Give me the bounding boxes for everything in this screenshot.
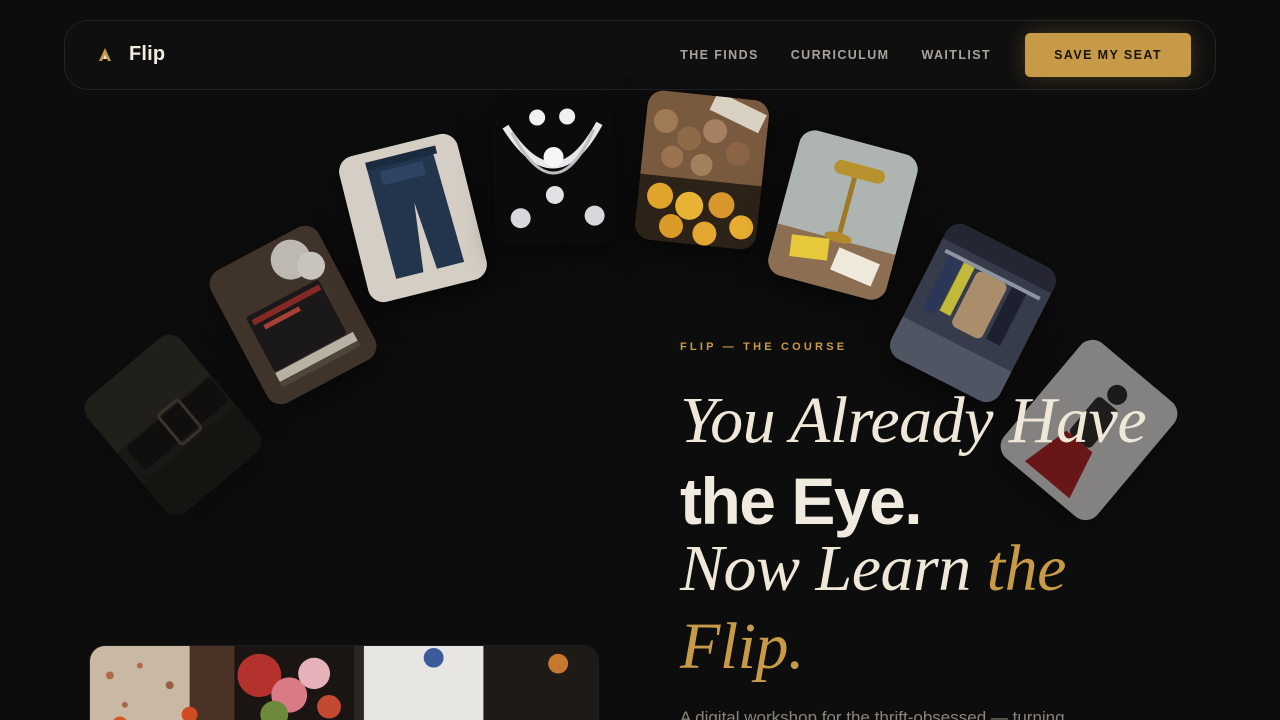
save-my-seat-button[interactable]: SAVE MY SEAT bbox=[1025, 33, 1191, 77]
diamond-jewelry-photo bbox=[490, 92, 618, 248]
nav-link-the-finds[interactable]: THE FINDS bbox=[680, 48, 759, 62]
headline-line-4: Flip. bbox=[680, 610, 805, 683]
walnuts-and-lemons-photo bbox=[633, 89, 771, 251]
leather-belt-photo bbox=[78, 328, 268, 522]
flip-logo-icon bbox=[99, 47, 111, 61]
headline-line-3-text: Now Learn bbox=[680, 532, 987, 605]
brass-lamp-photo bbox=[764, 126, 922, 304]
headline-line-2: the Eye. bbox=[680, 464, 923, 538]
nav-links: THE FINDS CURRICULUM WAITLIST bbox=[680, 48, 991, 62]
clothing-rack-photo bbox=[884, 218, 1062, 408]
headline-line-3-accent: the bbox=[986, 532, 1067, 605]
brand-logo[interactable]: Flip bbox=[95, 43, 165, 66]
hero-eyebrow: FLIP — THE COURSE bbox=[680, 341, 848, 353]
top-navbar: Flip THE FINDS CURRICULUM WAITLIST SAVE … bbox=[64, 20, 1216, 90]
brand-name: Flip bbox=[129, 43, 166, 65]
nav-link-curriculum[interactable]: CURRICULUM bbox=[791, 48, 890, 62]
nav-link-waitlist[interactable]: WAITLIST bbox=[921, 48, 991, 62]
hero-subtext: A digital workshop for the thrift-obsess… bbox=[680, 708, 1065, 720]
old-books-photo bbox=[203, 220, 383, 410]
headline-line-3: Now Learn the bbox=[680, 536, 1066, 602]
flower-market-photo bbox=[89, 645, 599, 720]
headline-line-1: You Already Have bbox=[680, 384, 1147, 457]
denim-jacket-photo bbox=[335, 130, 491, 306]
